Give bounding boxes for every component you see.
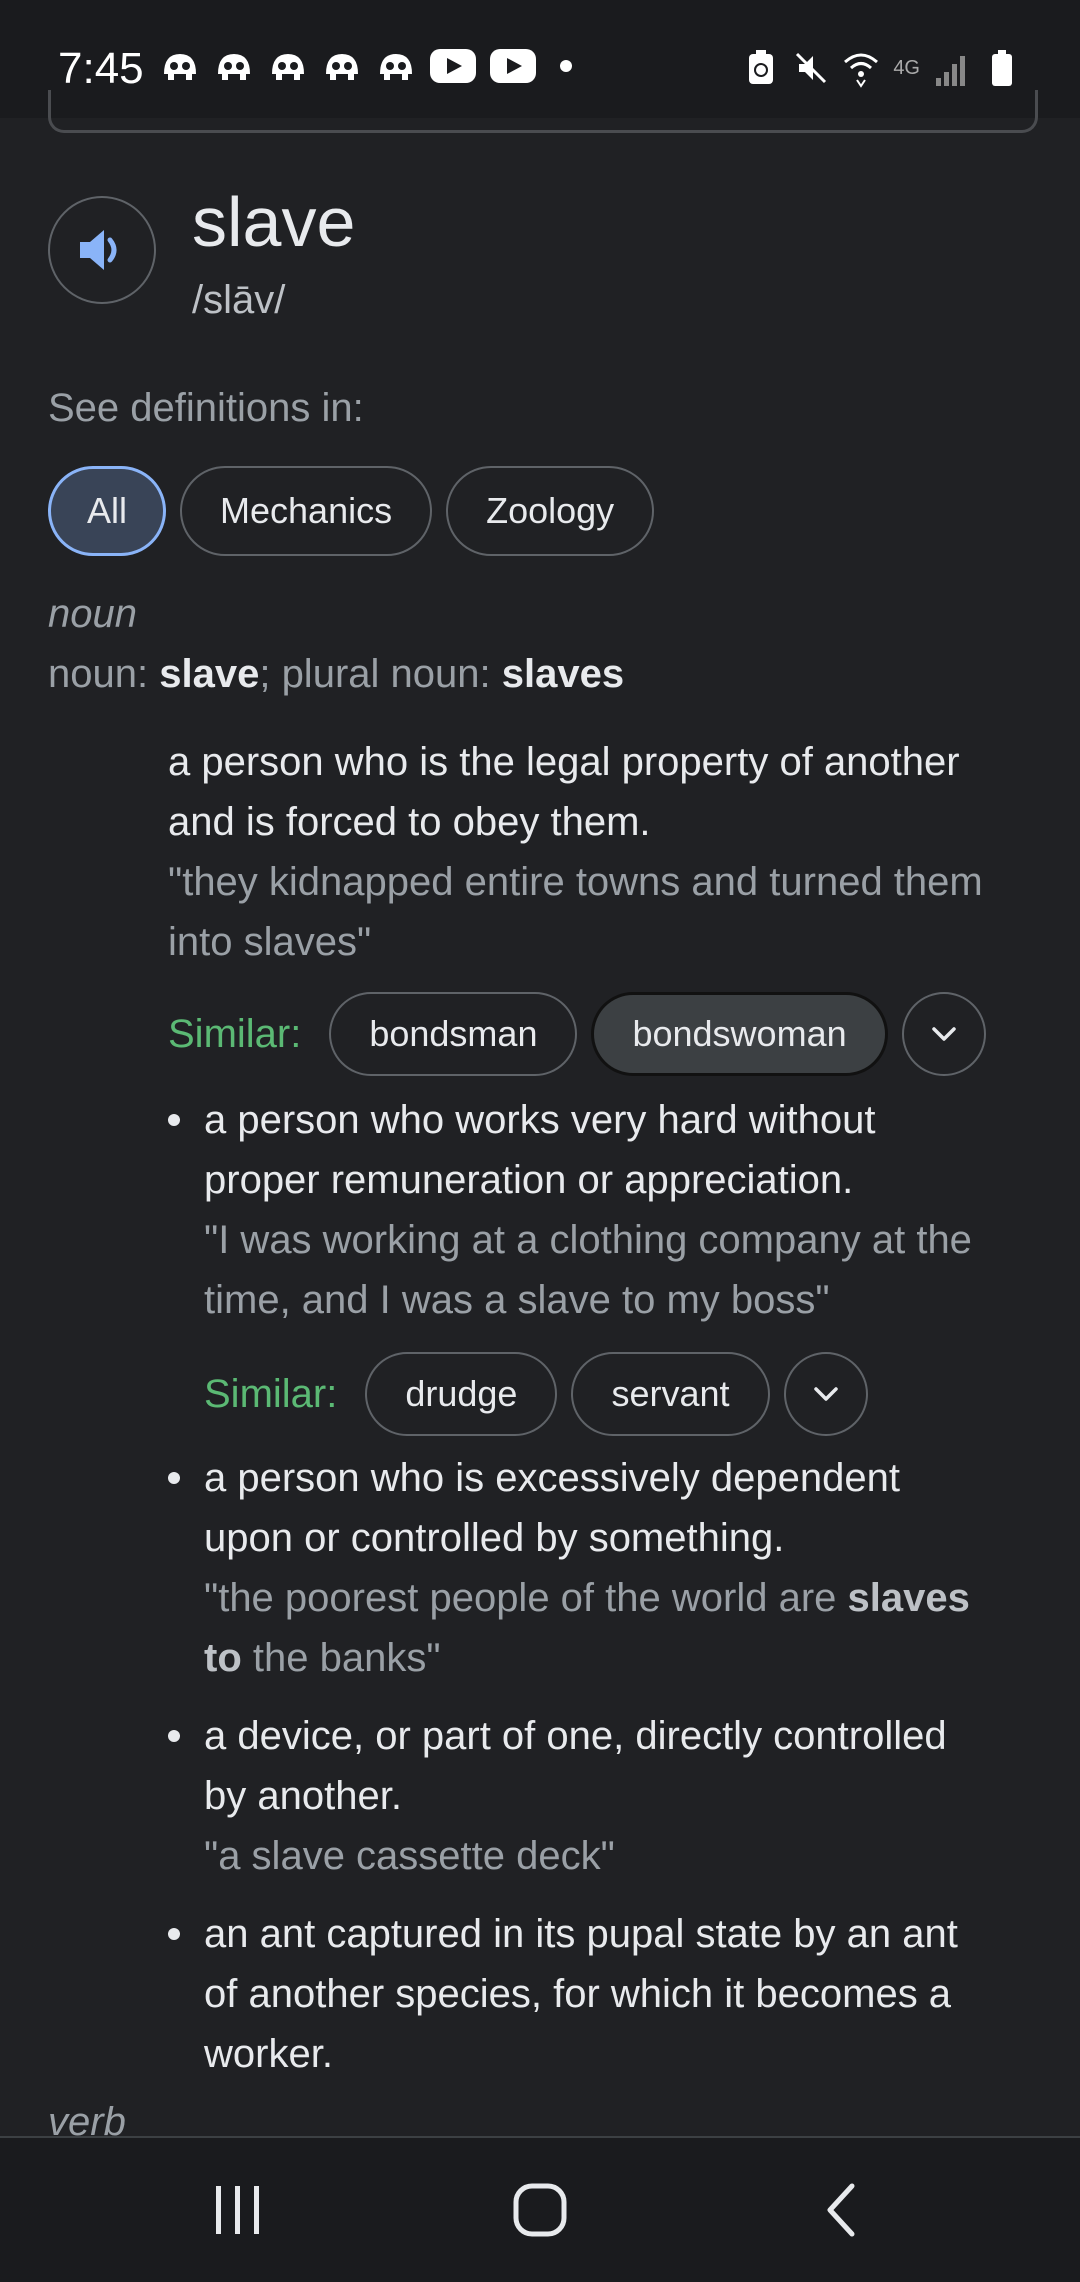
definition-text: a person who works very hard without [204, 1098, 876, 1142]
see-definitions-label: See definitions in: [48, 386, 364, 430]
example-text: "the poorest people of the world are [204, 1576, 848, 1620]
similar-row-1: Similar: bondsman bondswoman [168, 992, 986, 1076]
status-time: 7:45 [58, 44, 144, 93]
definition-example: to the banks" [204, 1628, 1064, 1688]
similar-chip-drudge[interactable]: drudge [365, 1352, 558, 1436]
noun-prefix: noun [48, 652, 137, 696]
similar-label: Similar: [168, 1011, 302, 1056]
youtube-icon [490, 49, 536, 83]
definition-example: "the poorest people of the world are sla… [204, 1568, 1064, 1628]
notification-icon [380, 54, 412, 80]
definition-1: a person who is the legal property of an… [168, 732, 1028, 972]
home-icon [513, 2183, 567, 2237]
example-text: the banks" [241, 1636, 441, 1680]
recent-apps-icon [216, 2186, 259, 2234]
notification-icon [326, 54, 358, 80]
navigation-bar [0, 2136, 1080, 2282]
pronounce-button[interactable] [48, 196, 156, 304]
definition-text: of another species, for which it becomes… [204, 1972, 952, 2016]
bullet [168, 1114, 180, 1126]
similar-chip-bondswoman[interactable]: bondswoman [591, 992, 888, 1076]
chip-all[interactable]: All [48, 466, 167, 556]
bullet [168, 1928, 180, 1940]
word-forms: noun: slave; plural noun: slaves [48, 652, 625, 696]
definition-example: "they kidnapped entire towns and turned … [168, 860, 983, 904]
definition-text: by another. [204, 1774, 402, 1818]
definition-text: upon or controlled by something. [204, 1516, 785, 1560]
chevron-down-icon [813, 1387, 838, 1401]
expand-similar-button[interactable] [901, 992, 986, 1076]
domain-chips: All Mechanics Zoology [48, 466, 655, 556]
definition-example: into slaves" [168, 920, 372, 964]
notification-icons [160, 48, 572, 84]
definition-text: an ant captured in its pupal state by an… [204, 1912, 958, 1956]
chip-zoology[interactable]: Zoology [446, 466, 655, 556]
battery-saver-icon [749, 50, 774, 84]
definition-2: a person who works very hard without pro… [204, 1090, 1064, 1330]
headword: slave [192, 183, 356, 261]
definition-text: worker. [204, 2032, 333, 2076]
plural-form: slaves [501, 652, 625, 696]
similar-label: Similar: [204, 1371, 338, 1416]
part-of-speech-verb: verb [48, 2100, 126, 2136]
singular-form: slave [159, 652, 260, 696]
more-notifications-dot [560, 60, 572, 72]
definition-3: a person who is excessively dependent up… [204, 1448, 1064, 1688]
pronunciation: /slāv/ [192, 278, 286, 322]
wifi-icon [844, 53, 879, 88]
signal-icon [936, 56, 965, 86]
recent-apps-button[interactable] [198, 2178, 278, 2242]
network-type: 4G [893, 56, 920, 79]
definition-text: a device, or part of one, directly contr… [204, 1714, 947, 1758]
definition-example: "I was working at a clothing company at … [204, 1218, 972, 1262]
definition-text: proper remuneration or appreciation. [204, 1158, 854, 1202]
expand-similar-button[interactable] [783, 1352, 868, 1436]
plural-prefix: plural noun [281, 652, 480, 696]
speaker-icon [80, 230, 117, 270]
definition-example: "a slave cassette deck" [204, 1834, 615, 1878]
definition-5: an ant captured in its pupal state by an… [204, 1904, 1064, 2084]
part-of-speech-noun: noun [48, 592, 137, 636]
chip-mechanics[interactable]: Mechanics [180, 466, 433, 556]
back-icon [827, 2183, 855, 2237]
similar-chip-servant[interactable]: servant [571, 1352, 770, 1436]
back-button[interactable] [802, 2178, 882, 2242]
battery-icon [992, 50, 1012, 86]
search-card-edge [48, 90, 1038, 133]
example-emphasis: slaves [847, 1576, 970, 1620]
system-icons: 4G [743, 48, 1020, 88]
definition-text: a person who is excessively dependent [204, 1456, 900, 1500]
similar-chip-bondsman[interactable]: bondsman [329, 992, 578, 1076]
chevron-down-icon [931, 1027, 956, 1041]
definition-example: time, and I was a slave to my boss" [204, 1278, 830, 1322]
bullet [168, 1730, 180, 1742]
definition-text: and is forced to obey them. [168, 800, 651, 844]
definition-text: a person who is the legal property of an… [168, 740, 960, 784]
notification-icon [272, 54, 304, 80]
notification-icon [218, 54, 250, 80]
bullet [168, 1472, 180, 1484]
example-emphasis: to [204, 1636, 242, 1680]
similar-row-2: Similar: drudge servant [204, 1352, 868, 1436]
mute-icon [796, 52, 827, 84]
definition-4: a device, or part of one, directly contr… [204, 1706, 1064, 1886]
home-button[interactable] [500, 2178, 580, 2242]
youtube-icon [430, 49, 476, 83]
notification-icon [164, 54, 196, 80]
